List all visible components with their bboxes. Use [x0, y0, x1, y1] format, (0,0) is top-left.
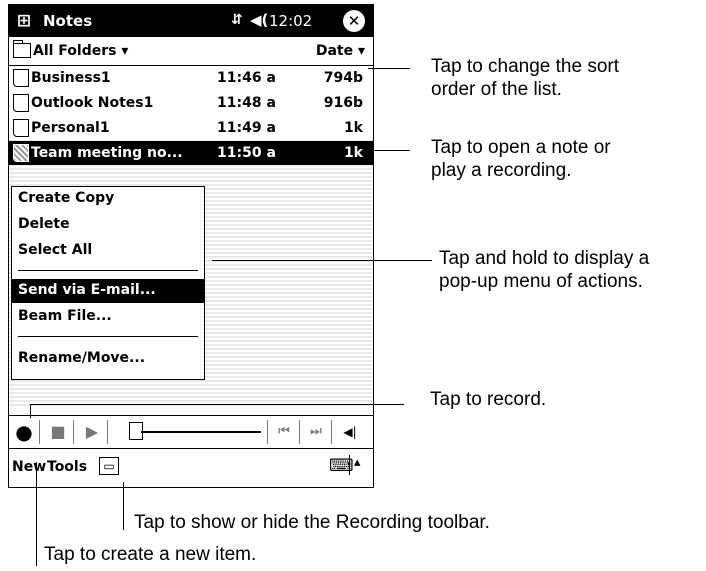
recording-note-icon — [13, 144, 29, 162]
note-icon — [13, 69, 29, 87]
toolbar-divider — [331, 420, 332, 444]
menu-item-send-via-email[interactable]: Send via E-mail... — [12, 279, 204, 303]
callout-text: Tap to change the sort — [431, 56, 620, 77]
callout-sort: Tap to change the sort order of the list… — [431, 55, 619, 101]
slider-track — [141, 431, 261, 433]
pocket-pc-screen: ⊞ Notes ⇵ ◀( 12:02 ✕ All Folders ▾ Date … — [8, 4, 374, 488]
callout-line-record-vertical — [30, 404, 31, 418]
menu-item-select-all[interactable]: Select All — [12, 239, 204, 263]
connectivity-icon[interactable]: ⇵ — [231, 12, 243, 28]
note-name: Personal1 — [31, 120, 110, 136]
start-menu-icon[interactable]: ⊞ — [13, 10, 35, 32]
note-size: 1k — [343, 145, 363, 161]
menu-label: Create Copy — [18, 190, 115, 206]
toolbar-divider — [107, 420, 108, 444]
callout-hold: Tap and hold to display a pop-up menu of… — [439, 247, 649, 293]
callout-text: Tap and hold to display a — [439, 248, 650, 269]
app-title: Notes — [43, 12, 93, 30]
menu-label: Beam File... — [18, 308, 112, 324]
playback-slider[interactable] — [123, 420, 261, 444]
menu-divider — [349, 455, 350, 475]
callout-line-new-vertical — [36, 462, 37, 566]
record-button[interactable]: ● — [11, 420, 37, 444]
callout-line-toolbar-vertical — [123, 482, 124, 530]
volume-control-icon[interactable]: ◀| — [337, 420, 363, 444]
folder-icon — [13, 40, 31, 58]
folder-bar: All Folders ▾ Date ▾ — [9, 37, 373, 66]
sort-dropdown[interactable]: Date ▾ — [316, 43, 365, 59]
toolbar-divider — [267, 420, 268, 444]
note-time: 11:50 a — [217, 145, 276, 161]
note-time: 11:48 a — [217, 95, 276, 111]
note-size: 794b — [323, 70, 363, 86]
callout-toolbar: Tap to show or hide the Recording toolba… — [134, 512, 490, 533]
callout-new-item: Tap to create a new item. — [44, 544, 257, 565]
callout-open: Tap to open a note or play a recording. — [431, 136, 611, 182]
folder-dropdown[interactable]: All Folders ▾ — [33, 43, 128, 59]
volume-icon[interactable]: ◀( — [250, 11, 268, 29]
note-size: 1k — [343, 120, 363, 136]
callout-text: Tap to open a note or — [431, 137, 611, 158]
menu-item-delete[interactable]: Delete — [12, 213, 204, 237]
title-bar: ⊞ Notes ⇵ ◀( 12:02 ✕ — [9, 5, 373, 37]
stop-button[interactable]: ■ — [45, 420, 71, 444]
callout-line-hold — [212, 260, 432, 261]
menu-separator — [18, 270, 198, 271]
menu-bar: New Tools ▭ ⌨ ▴ — [9, 449, 373, 487]
list-item[interactable]: Outlook Notes1 11:48 a 916b — [9, 91, 373, 115]
menu-label: Send via E-mail... — [18, 282, 156, 298]
callout-text: play a recording. — [431, 160, 572, 181]
note-icon — [13, 119, 29, 137]
menu-item-create-copy[interactable]: Create Copy — [12, 187, 204, 211]
toolbar-divider — [39, 420, 40, 444]
note-name: Business1 — [31, 70, 111, 86]
menu-label: Rename/Move... — [18, 350, 146, 366]
menu-item-beam-file[interactable]: Beam File... — [12, 305, 204, 329]
next-button[interactable]: ⏭ — [303, 420, 329, 444]
clock[interactable]: 12:02 — [269, 12, 312, 30]
menu-item-rename-move[interactable]: Rename/Move... — [12, 347, 204, 371]
toolbar-divider — [73, 420, 74, 444]
list-item[interactable]: Personal1 11:49 a 1k — [9, 116, 373, 140]
previous-button[interactable]: ⏮ — [271, 420, 297, 444]
callout-text: pop-up menu of actions. — [439, 271, 643, 292]
note-name: Outlook Notes1 — [31, 95, 154, 111]
note-name: Team meeting no... — [31, 145, 183, 161]
menu-label: Delete — [18, 216, 70, 232]
recording-toolbar-toggle-icon[interactable]: ▭ — [99, 457, 119, 475]
list-item[interactable]: Business1 11:46 a 794b — [9, 66, 373, 90]
callout-record: Tap to record. — [430, 389, 547, 410]
close-icon[interactable]: ✕ — [343, 10, 365, 32]
new-button[interactable]: New — [12, 459, 46, 475]
note-time: 11:49 a — [217, 120, 276, 136]
note-time: 11:46 a — [217, 70, 276, 86]
toolbar-divider — [299, 420, 300, 444]
context-menu: Create Copy Delete Select All Send via E… — [11, 186, 205, 380]
callout-line-sort — [368, 68, 410, 69]
callout-line-record — [30, 404, 404, 405]
menu-separator — [18, 336, 198, 337]
menu-label: Select All — [18, 242, 93, 258]
recording-toolbar: ● ■ ▶ ⏮ ⏭ ◀| — [9, 415, 373, 449]
note-size: 916b — [323, 95, 363, 111]
callout-line-open — [370, 150, 410, 151]
list-item-selected[interactable]: Team meeting no... 11:50 a 1k — [9, 141, 373, 165]
note-icon — [13, 94, 29, 112]
play-button[interactable]: ▶ — [79, 420, 105, 444]
input-selector-arrow-icon[interactable]: ▴ — [354, 455, 361, 470]
tools-menu[interactable]: Tools — [47, 459, 87, 475]
callout-text: order of the list. — [431, 79, 562, 100]
